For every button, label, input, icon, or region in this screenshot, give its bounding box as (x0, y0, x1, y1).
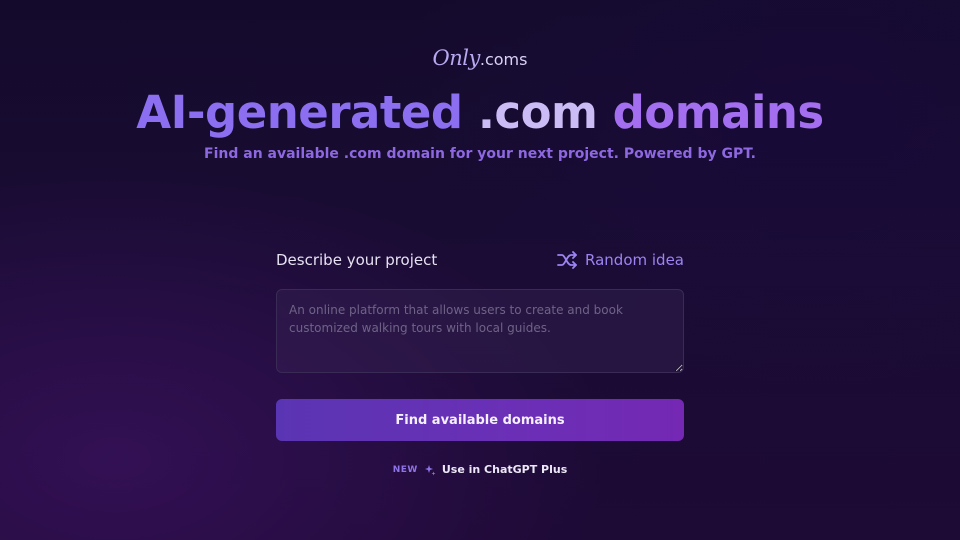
shuffle-icon (557, 251, 577, 269)
headline-part1: AI-generated (136, 86, 463, 139)
logo-suffix: .coms (479, 50, 528, 69)
new-badge: NEW (392, 464, 418, 475)
subtitle: Find an available .com domain for your n… (204, 146, 756, 162)
page-title: AI-generated .com domains (0, 86, 960, 140)
find-domains-button[interactable]: Find available domains (276, 399, 684, 441)
headline-part3: domains (612, 86, 825, 139)
chatgpt-plus-link[interactable]: NEW Use in ChatGPT Plus (0, 463, 960, 476)
random-idea-label: Random idea (585, 251, 684, 269)
project-description-input[interactable] (276, 289, 684, 373)
logo[interactable]: Only.coms (0, 46, 960, 70)
logo-script: Only (432, 46, 481, 70)
form-header: Describe your project Random idea (276, 248, 684, 272)
sparkle-icon (424, 464, 436, 475)
domain-form: Describe your project Random idea Find a… (276, 248, 684, 441)
chatgpt-plus-label: Use in ChatGPT Plus (441, 463, 568, 476)
project-description-label: Describe your project (276, 251, 438, 269)
headline-part2: .com (477, 86, 598, 139)
random-idea-button[interactable]: Random idea (557, 251, 684, 269)
